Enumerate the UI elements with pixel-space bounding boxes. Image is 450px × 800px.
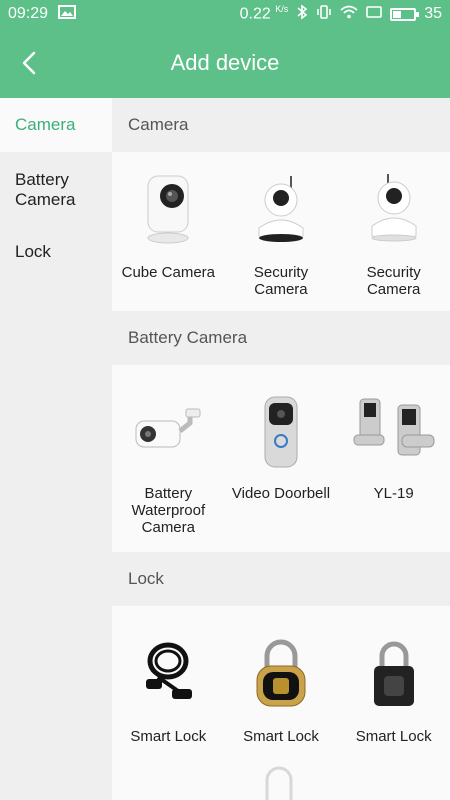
sidebar-item-label: Battery Camera [15, 170, 76, 209]
battery-icon [390, 7, 420, 21]
device-label: Smart Lock [130, 728, 207, 745]
gold-padlock-icon [236, 628, 326, 720]
device-label: Security Camera [366, 264, 421, 298]
sidebar-item-battery-camera[interactable]: Battery Camera [0, 152, 112, 228]
black-padlock-icon [349, 628, 439, 720]
sidebar-item-label: Camera [15, 115, 76, 134]
video-doorbell-icon [236, 387, 326, 479]
status-time: 09:29 [8, 5, 49, 22]
section-header-camera: Camera [112, 98, 450, 152]
device-label: Video Doorbell [231, 485, 331, 502]
device-list: Camera Cube Camera Security Camera Secur… [112, 98, 450, 800]
cube-camera-icon [123, 164, 213, 256]
security-camera-icon [349, 164, 439, 256]
back-button[interactable] [14, 48, 44, 78]
device-grid-overflow [112, 756, 450, 800]
device-yl-19[interactable]: YL-19 [337, 365, 450, 552]
wifi-icon [340, 5, 358, 24]
page-title: Add device [170, 50, 280, 75]
category-sidebar: Camera Battery Camera Lock [0, 98, 112, 800]
sidebar-item-lock[interactable]: Lock [0, 228, 112, 276]
device-cube-camera[interactable]: Cube Camera [112, 152, 225, 311]
device-label: Security Camera [253, 264, 309, 298]
screen-icon [366, 5, 383, 24]
device-grid-camera: Cube Camera Security Camera Security Cam… [112, 152, 450, 311]
device-video-doorbell[interactable]: Video Doorbell [225, 365, 338, 552]
chevron-left-icon [22, 51, 36, 75]
cable-lock-icon [123, 628, 213, 720]
device-grid-battery-camera: Battery Waterproof Camera Video Doorbell [112, 365, 450, 552]
device-label: Smart Lock [355, 728, 432, 745]
battery-percent: 35 [424, 5, 442, 22]
device-label: YL-19 [373, 485, 414, 502]
status-bar: 09:29 0.22 K/s 35 [0, 0, 450, 28]
app-bar: Add device [0, 28, 450, 98]
device-label: Cube Camera [121, 264, 216, 281]
device-smart-lock-3[interactable]: Smart Lock [337, 606, 450, 756]
security-camera-icon [236, 164, 326, 256]
device-grid-lock: Smart Lock Smart Lock Smart Lock [112, 606, 450, 756]
image-notification-icon [58, 4, 77, 24]
device-label: Battery Waterproof Camera [131, 485, 206, 536]
sidebar-item-label: Lock [15, 242, 51, 261]
network-speed: 0.22 K/s [239, 4, 289, 23]
section-header-battery-camera: Battery Camera [112, 311, 450, 365]
bullet-camera-icon [123, 387, 213, 479]
device-security-camera-2[interactable]: Security Camera [337, 152, 450, 311]
device-smart-lock-1[interactable]: Smart Lock [112, 606, 225, 756]
device-label: Smart Lock [243, 728, 319, 745]
section-header-lock: Lock [112, 552, 450, 606]
bluetooth-icon [296, 3, 308, 25]
vibrate-icon [316, 4, 332, 25]
device-security-camera-1[interactable]: Security Camera [225, 152, 338, 311]
lock-shackle-icon [265, 766, 293, 800]
device-battery-waterproof-camera[interactable]: Battery Waterproof Camera [112, 365, 225, 552]
sidebar-item-camera[interactable]: Camera [0, 98, 112, 152]
device-smart-lock-2[interactable]: Smart Lock [225, 606, 338, 756]
door-lock-icon [349, 387, 439, 479]
